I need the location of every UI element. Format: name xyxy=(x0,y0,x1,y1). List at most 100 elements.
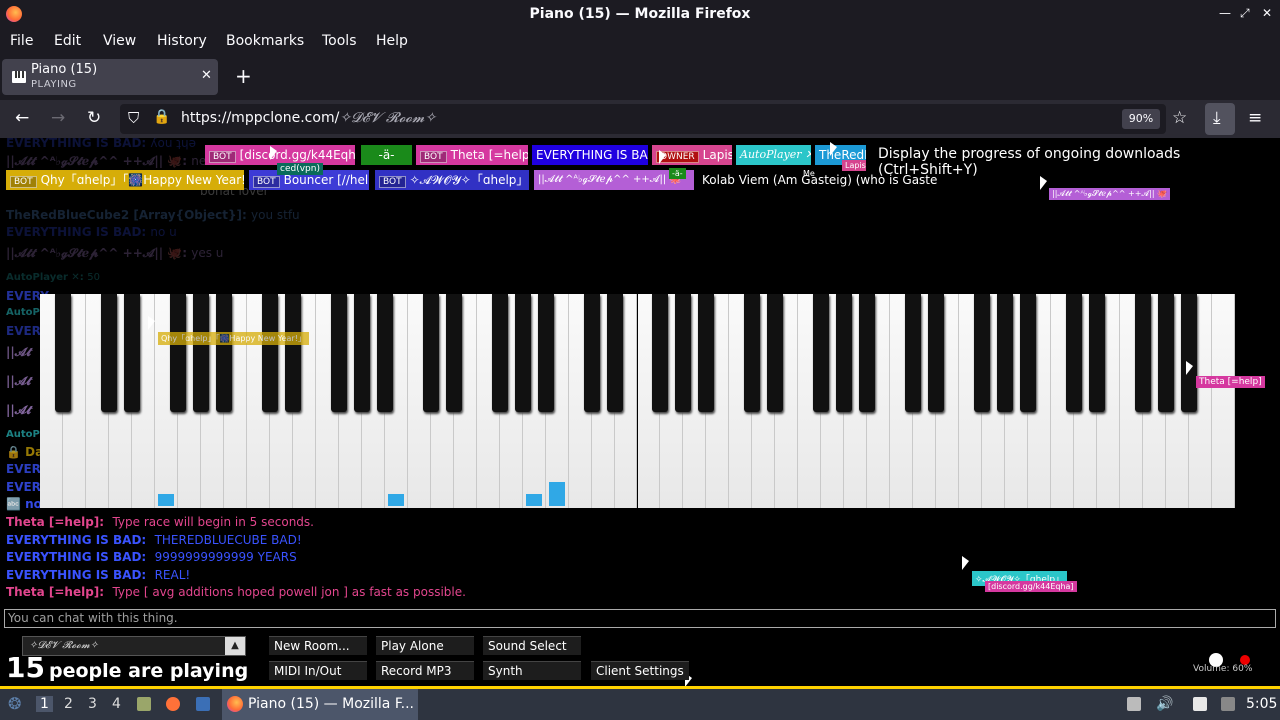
piano-black-key[interactable] xyxy=(54,294,71,412)
piano-black-key[interactable] xyxy=(215,294,232,412)
menu-help[interactable]: Help xyxy=(376,33,408,49)
piano-black-key[interactable] xyxy=(261,294,278,412)
piano-black-key[interactable] xyxy=(100,294,117,412)
player-tag[interactable]: BOT Qhy「ɑhelp」「🎆Happy New Year!」 xyxy=(6,170,244,190)
sound-select-button[interactable]: Sound Select xyxy=(483,636,581,655)
piano-black-key[interactable] xyxy=(652,294,669,412)
piano-black-key[interactable] xyxy=(675,294,692,412)
piano-black-key[interactable] xyxy=(1181,294,1198,412)
menu-edit[interactable]: Edit xyxy=(54,33,81,49)
url-bar[interactable]: ⛉ 🔒 https://mppclone.com/✧𝓓𝓔𝓥 𝓡𝓸𝓸𝓶✧ 90% xyxy=(120,104,1166,134)
piano-black-key[interactable] xyxy=(422,294,439,412)
client-settings-button[interactable]: Client Settings xyxy=(591,661,689,680)
url-text[interactable]: https://mppclone.com/✧𝓓𝓔𝓥 𝓡𝓸𝓸𝓶✧ xyxy=(181,110,436,126)
player-tag[interactable]: EVERYTHING IS BAD xyxy=(532,145,648,165)
zoom-level[interactable]: 90% xyxy=(1122,109,1160,129)
piano-black-key[interactable] xyxy=(491,294,508,412)
close-window-icon[interactable]: ✕ xyxy=(1262,6,1272,20)
chat-input[interactable]: You can chat with this thing. xyxy=(4,609,1276,628)
piano-black-key[interactable] xyxy=(514,294,531,412)
workspace-2[interactable]: 2 xyxy=(64,696,73,712)
piano-black-key[interactable] xyxy=(376,294,393,412)
menu-bookmarks[interactable]: Bookmarks xyxy=(226,33,304,49)
workspace-4[interactable]: 4 xyxy=(112,696,121,712)
restore-icon[interactable]: ⤢ xyxy=(1240,6,1250,21)
piano-black-key[interactable] xyxy=(836,294,853,412)
piano-keyboard[interactable] xyxy=(40,294,1235,508)
menu-view[interactable]: View xyxy=(103,33,136,49)
piano-black-key[interactable] xyxy=(1066,294,1083,412)
piano-black-key[interactable] xyxy=(445,294,462,412)
chat-line: Theta [=help]: Type race will begin in 5… xyxy=(6,515,314,529)
chat-line: EVER xyxy=(6,462,41,476)
piano-black-key[interactable] xyxy=(123,294,140,412)
back-icon[interactable]: ← xyxy=(15,108,29,128)
piano-black-key[interactable] xyxy=(1020,294,1037,412)
cursor-label: Me xyxy=(803,169,815,178)
minimize-icon[interactable]: — xyxy=(1219,6,1231,20)
piano-black-key[interactable] xyxy=(537,294,554,412)
piano-black-key[interactable] xyxy=(997,294,1014,412)
bookmark-star-icon[interactable]: ☆ xyxy=(1172,108,1187,128)
files-icon[interactable] xyxy=(1193,697,1207,711)
synth-button[interactable]: Synth xyxy=(483,661,581,680)
piano-black-key[interactable] xyxy=(859,294,876,412)
lock-icon[interactable]: 🔒 xyxy=(153,109,170,125)
piano-black-key[interactable] xyxy=(330,294,347,412)
piano-black-key[interactable] xyxy=(192,294,209,412)
piano-white-key[interactable] xyxy=(1212,294,1235,508)
shield-icon[interactable]: ⛉ xyxy=(128,109,139,127)
forward-icon[interactable]: → xyxy=(51,108,65,128)
player-tag[interactable]: -ä- xyxy=(361,145,412,165)
piano-black-key[interactable] xyxy=(928,294,945,412)
firefox-launcher-icon[interactable] xyxy=(166,697,180,711)
start-menu-icon[interactable]: ❂ xyxy=(8,694,21,713)
play-alone-button[interactable]: Play Alone xyxy=(376,636,474,655)
network-icon[interactable] xyxy=(1221,697,1235,711)
player-tag[interactable]: BOT[discord.gg/k44Eqha] xyxy=(205,145,355,165)
piano-black-key[interactable] xyxy=(744,294,761,412)
workspace-3[interactable]: 3 xyxy=(88,696,97,712)
downloads-button[interactable]: ⤓ xyxy=(1205,103,1235,135)
piano-black-key[interactable] xyxy=(813,294,830,412)
chat-line: Theta [=help]: Type [ avg additions hope… xyxy=(6,585,466,599)
record-mp3-button[interactable]: Record MP3 xyxy=(376,661,474,680)
chat-line: ||𝓐𝓽 xyxy=(6,374,31,388)
chat-line: AutoPlayer ✕: 50 xyxy=(6,272,101,283)
piano-black-key[interactable] xyxy=(1135,294,1152,412)
reload-icon[interactable]: ↻ xyxy=(87,108,101,128)
piano-black-key[interactable] xyxy=(974,294,991,412)
piano-black-key[interactable] xyxy=(606,294,623,412)
piano-black-key[interactable] xyxy=(1089,294,1106,412)
piano-black-key[interactable] xyxy=(284,294,301,412)
close-tab-icon[interactable]: ✕ xyxy=(201,68,212,83)
cursor-arrow-icon xyxy=(148,316,155,330)
piano-black-key[interactable] xyxy=(767,294,784,412)
piano-black-key[interactable] xyxy=(698,294,715,412)
new-tab-icon[interactable]: + xyxy=(235,66,252,86)
tab-piano[interactable]: Piano (15) PLAYING ✕ xyxy=(2,59,218,95)
note-highlight xyxy=(549,494,566,506)
taskbar-app-firefox[interactable]: Piano (15) — Mozilla F... xyxy=(222,689,418,720)
piano-black-key[interactable] xyxy=(353,294,370,412)
hamburger-menu-icon[interactable]: ≡ xyxy=(1248,108,1262,128)
menu-file[interactable]: File xyxy=(10,33,33,49)
piano-black-key[interactable] xyxy=(1158,294,1175,412)
menu-tools[interactable]: Tools xyxy=(322,33,357,49)
clipboard-icon[interactable] xyxy=(1127,697,1141,711)
terminal-icon[interactable] xyxy=(196,697,210,711)
player-tag[interactable]: BOT ✧𝓐𝓦𝓞𝓨✧「ɑhelp」 xyxy=(375,170,529,190)
cursor-label: Qhy「ɑhelp」「🎆Happy New Year!」 xyxy=(158,332,309,345)
player-tag[interactable]: AutoPlayer ✕ xyxy=(736,145,811,165)
chat-line: 🔒 Da xyxy=(6,445,44,459)
piano-black-key[interactable] xyxy=(583,294,600,412)
workspace-1[interactable]: 1 xyxy=(36,696,53,712)
player-tag[interactable]: BOT Theta [=help] xyxy=(416,145,528,165)
midi-in-out-button[interactable]: MIDI In/Out xyxy=(269,661,367,680)
menu-history[interactable]: History xyxy=(157,33,207,49)
new-room-button[interactable]: New Room... xyxy=(269,636,367,655)
piano-black-key[interactable] xyxy=(905,294,922,412)
speaker-icon[interactable]: 🔊 xyxy=(1156,696,1173,712)
file-manager-icon[interactable] xyxy=(137,697,151,711)
piano-black-key[interactable] xyxy=(169,294,186,412)
